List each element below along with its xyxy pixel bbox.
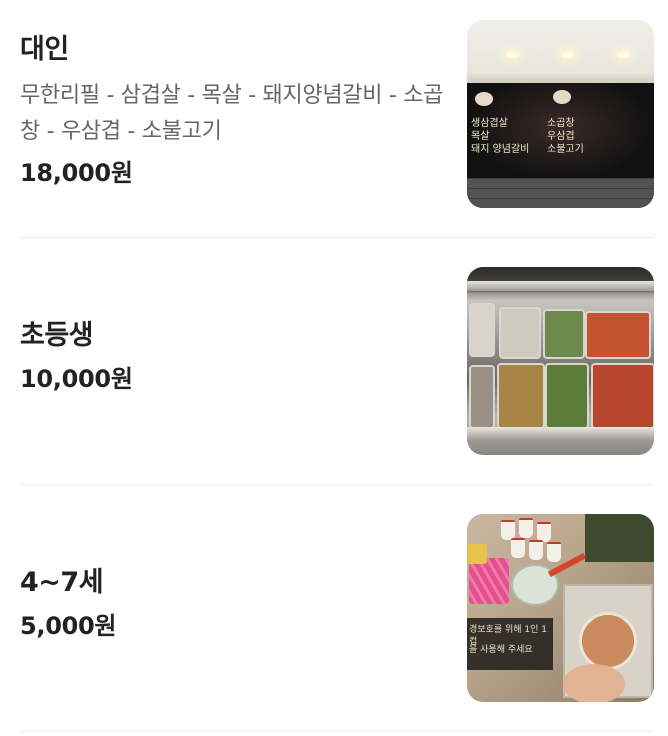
sign-text-left-2: 목살	[471, 131, 490, 142]
menu-item-name: 초등생	[20, 320, 94, 351]
menu-item-elementary[interactable]: 초등생 10,000원	[20, 238, 654, 485]
menu-item-photo[interactable]	[467, 267, 654, 455]
sign-text-left-3: 돼지 양념갈비	[471, 144, 530, 155]
sign-text-left-1: 생삼겹살	[471, 118, 508, 129]
menu-item-name: 대인	[20, 34, 69, 65]
sign-text-mid-1: 소곱창	[547, 118, 575, 129]
menu-item-price: 5,000원	[20, 612, 117, 640]
buffet-trays-photo	[467, 267, 654, 455]
menu-item-info: 대인 무한리필 - 삼겹살 - 목살 - 돼지양념갈비 - 소곱창 - 우삼겹 …	[20, 32, 450, 190]
signboard-photo: 생삼겹살 목살 돼지 양념갈비 소곱창 우삼겹 소불고기	[467, 20, 654, 208]
sign-text-mid-2: 우삼겹	[547, 131, 575, 142]
sauce-bar-sign-line-2: 을 사용해 주세요	[469, 645, 533, 655]
menu-item-price: 18,000원	[20, 159, 133, 187]
sign-text-mid-3: 소불고기	[547, 144, 584, 155]
menu-item-photo[interactable]: 생삼겹살 목살 돼지 양념갈비 소곱창 우삼겹 소불고기	[467, 20, 654, 208]
menu-item-preschool[interactable]: 4~7세 5,000원 경보호를 위해 1인 1컵 을 사용해 주세요	[20, 485, 654, 732]
menu-list: 대인 무한리필 - 삼겹살 - 목살 - 돼지양념갈비 - 소곱창 - 우삼겹 …	[0, 0, 668, 736]
sauce-bar-photo: 경보호를 위해 1인 1컵 을 사용해 주세요	[467, 514, 654, 702]
menu-item-description: 무한리필 - 삼겹살 - 목살 - 돼지양념갈비 - 소곱창 - 우삼겹 - 소…	[20, 83, 444, 144]
menu-item-name: 4~7세	[20, 567, 104, 598]
menu-item-info: 초등생 10,000원	[20, 318, 450, 396]
menu-item-photo[interactable]: 경보호를 위해 1인 1컵 을 사용해 주세요	[467, 514, 654, 702]
menu-item-price: 10,000원	[20, 365, 133, 393]
menu-item-adult[interactable]: 대인 무한리필 - 삼겹살 - 목살 - 돼지양념갈비 - 소곱창 - 우삼겹 …	[20, 0, 654, 238]
menu-item-info: 4~7세 5,000원	[20, 565, 450, 643]
